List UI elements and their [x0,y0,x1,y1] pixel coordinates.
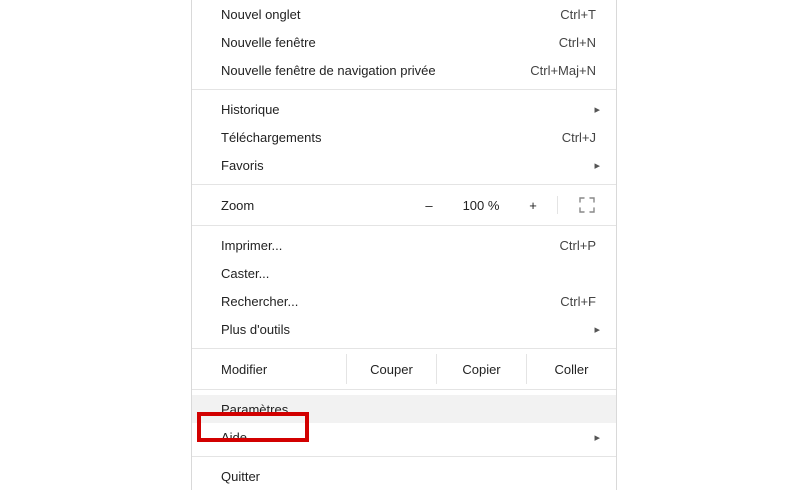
menu-label: Aide [221,430,602,445]
menu-item-more-tools[interactable]: Plus d'outils ▸ [192,315,616,343]
menu-label: Rechercher... [221,294,560,309]
menu-separator [192,184,616,185]
menu-item-cast[interactable]: Caster... [192,259,616,287]
menu-label: Favoris [221,158,602,173]
zoom-in-button[interactable]: + [509,190,557,220]
edit-paste-button[interactable]: Coller [526,354,616,384]
submenu-arrow-icon: ▸ [594,159,600,172]
edit-copy-button[interactable]: Copier [436,354,526,384]
menu-label: Paramètres [221,402,602,417]
menu-shortcut: Ctrl+N [559,35,602,50]
menu-item-zoom: Zoom – 100 % + [192,190,616,220]
menu-label: Imprimer... [221,238,560,253]
menu-separator [192,225,616,226]
submenu-arrow-icon: ▸ [594,323,600,336]
menu-separator [192,456,616,457]
zoom-out-button[interactable]: – [405,190,453,220]
menu-shortcut: Ctrl+T [560,7,602,22]
menu-item-print[interactable]: Imprimer... Ctrl+P [192,231,616,259]
menu-item-new-window[interactable]: Nouvelle fenêtre Ctrl+N [192,28,616,56]
menu-label: Nouvelle fenêtre de navigation privée [221,63,530,78]
menu-item-downloads[interactable]: Téléchargements Ctrl+J [192,123,616,151]
edit-label: Modifier [221,362,346,377]
menu-item-help[interactable]: Aide ▸ [192,423,616,451]
menu-label: Plus d'outils [221,322,602,337]
menu-separator [192,348,616,349]
menu-separator [192,89,616,90]
zoom-label: Zoom [221,198,405,213]
menu-item-find[interactable]: Rechercher... Ctrl+F [192,287,616,315]
menu-label: Caster... [221,266,602,281]
menu-shortcut: Ctrl+P [560,238,602,253]
menu-item-quit[interactable]: Quitter [192,462,616,490]
menu-shortcut: Ctrl+F [560,294,602,309]
menu-item-new-tab[interactable]: Nouvel onglet Ctrl+T [192,0,616,28]
menu-label: Nouvelle fenêtre [221,35,559,50]
edit-cut-button[interactable]: Couper [346,354,436,384]
menu-item-edit: Modifier Couper Copier Coller [192,354,616,384]
menu-shortcut: Ctrl+J [562,130,602,145]
menu-item-incognito-window[interactable]: Nouvelle fenêtre de navigation privée Ct… [192,56,616,84]
chrome-main-menu: Nouvel onglet Ctrl+T Nouvelle fenêtre Ct… [191,0,617,490]
menu-separator [192,389,616,390]
menu-item-bookmarks[interactable]: Favoris ▸ [192,151,616,179]
zoom-level: 100 % [453,190,509,220]
menu-shortcut: Ctrl+Maj+N [530,63,602,78]
menu-item-history[interactable]: Historique ▸ [192,95,616,123]
submenu-arrow-icon: ▸ [594,431,600,444]
menu-label: Téléchargements [221,130,562,145]
menu-label: Historique [221,102,602,117]
menu-item-settings[interactable]: Paramètres [192,395,616,423]
submenu-arrow-icon: ▸ [594,103,600,116]
fullscreen-button[interactable] [558,197,616,213]
fullscreen-icon [579,197,595,213]
zoom-controls: – 100 % + [405,190,616,220]
menu-label: Nouvel onglet [221,7,560,22]
menu-label: Quitter [221,469,602,484]
